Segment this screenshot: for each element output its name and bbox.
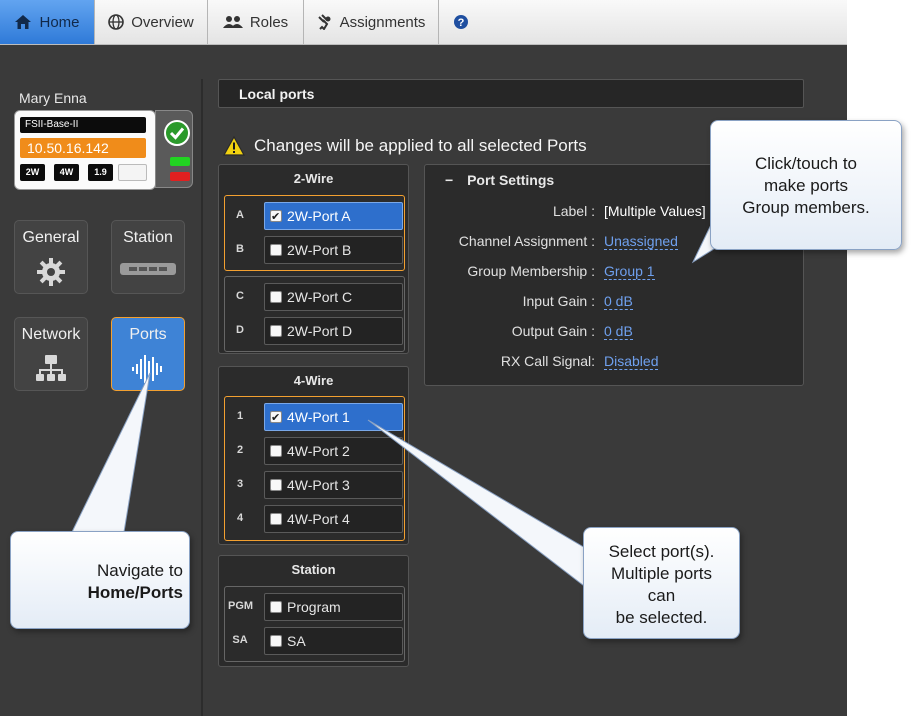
callout-line: Group members. [742, 198, 870, 217]
callout-line: make ports [763, 176, 849, 195]
callout-line: Home/Ports [87, 583, 183, 602]
callout-group-members: Click/touch to make ports Group members. [710, 120, 902, 250]
callout-tail-select [367, 419, 593, 594]
callout-tail-navigate [71, 372, 151, 533]
callout-line: Navigate to [97, 561, 183, 580]
callout-line: be selected. [615, 608, 708, 627]
callout-line: can [647, 586, 676, 605]
callout-navigate: Navigate to Home/Ports [10, 531, 190, 629]
callout-line: Multiple ports [610, 564, 713, 583]
callout-line: Click/touch to [754, 154, 858, 173]
callout-line: Select port(s). [608, 542, 715, 561]
callout-select-ports: Select port(s). Multiple ports can be se… [583, 527, 740, 639]
